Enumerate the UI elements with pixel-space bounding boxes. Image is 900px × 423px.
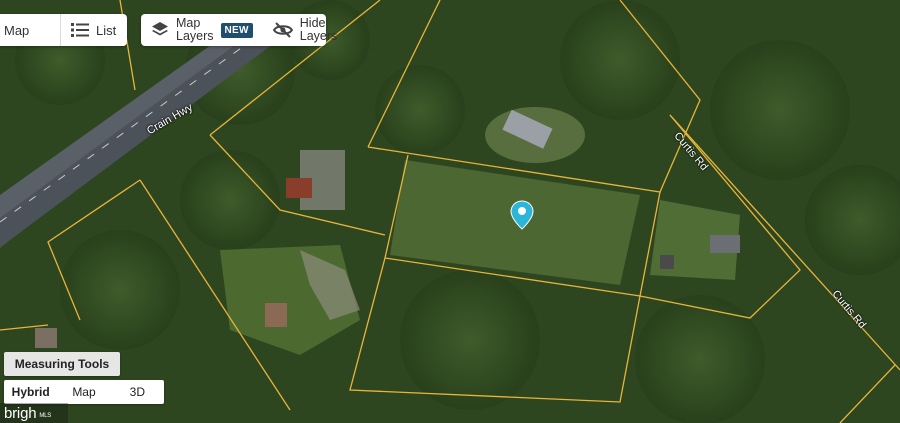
map-type-map[interactable]: Map xyxy=(57,380,110,404)
map-layers-button[interactable]: Map Layers NEW xyxy=(141,14,263,46)
brand-logo: brigh MLS xyxy=(0,403,68,423)
map-view-label: Map xyxy=(4,22,30,38)
map-layers-label-line2: Layers xyxy=(176,29,214,43)
list-icon xyxy=(71,23,89,37)
brand-logo-text: brigh xyxy=(4,404,37,422)
map-type-switcher: Hybrid Map 3D xyxy=(4,380,164,404)
map-pin-icon[interactable] xyxy=(510,200,534,230)
brand-trademark: MLS xyxy=(39,413,52,419)
map-type-3d[interactable]: 3D xyxy=(111,380,164,404)
layers-toolbar: Map Layers NEW Hide Layers xyxy=(141,14,337,46)
hide-layers-button[interactable]: Hide Layers xyxy=(263,14,348,46)
new-badge: NEW xyxy=(220,22,253,38)
hide-layers-label-line2: Layers xyxy=(299,29,338,43)
satellite-map[interactable] xyxy=(0,0,900,423)
map-view-button[interactable]: Map xyxy=(0,14,60,46)
layers-icon xyxy=(152,22,168,36)
list-view-label: List xyxy=(96,22,117,38)
eye-off-icon xyxy=(272,22,293,38)
list-view-button[interactable]: List xyxy=(61,14,126,46)
view-toggle: Map List xyxy=(0,14,127,46)
map-type-hybrid[interactable]: Hybrid xyxy=(4,380,57,404)
measuring-tools-button[interactable]: Measuring Tools xyxy=(4,352,120,376)
